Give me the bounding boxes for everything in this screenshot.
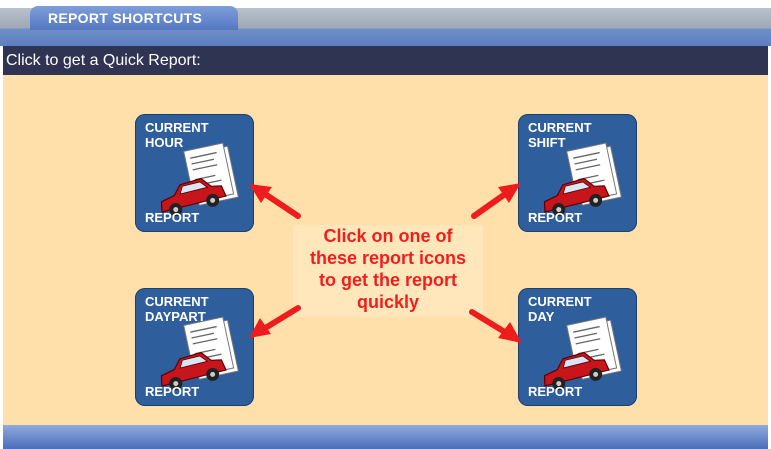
car-report-icon [160, 316, 239, 391]
tile-footer: REPORT [528, 210, 583, 225]
tile-footer: REPORT [145, 384, 200, 399]
bottom-strip [3, 425, 768, 449]
car-report-icon [160, 142, 239, 217]
current-daypart-report-button[interactable]: CURRENT DAYPART REPORT [135, 288, 254, 406]
tile-footer: REPORT [528, 384, 583, 399]
current-hour-report-button[interactable]: CURRENT HOUR REPORT [135, 114, 254, 232]
shortcuts-panel: CURRENT HOUR REPORT CURRENT SHIFT REPORT… [3, 75, 768, 425]
tab-report-shortcuts[interactable]: REPORT SHORTCUTS [30, 6, 238, 30]
tile-footer: REPORT [145, 210, 200, 225]
current-shift-report-button[interactable]: CURRENT SHIFT REPORT [518, 114, 637, 232]
car-report-icon [543, 142, 622, 217]
instruction-callout: Click on one of these report icons to ge… [293, 225, 483, 317]
current-day-report-button[interactable]: CURRENT DAY REPORT [518, 288, 637, 406]
car-report-icon [543, 316, 622, 391]
page-title: Click to get a Quick Report: [3, 46, 768, 75]
